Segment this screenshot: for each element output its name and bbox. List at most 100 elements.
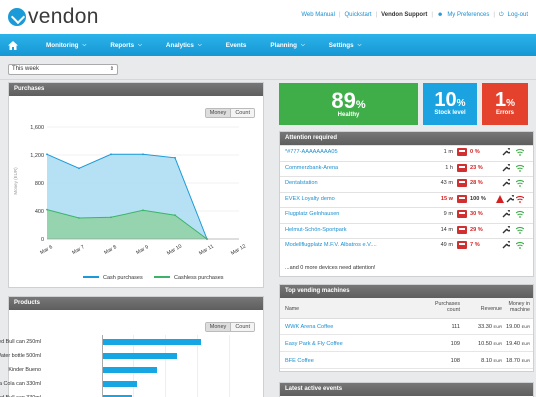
y-tick-label: 800 xyxy=(35,181,44,187)
nav-analytics[interactable]: Analytics ⌵ xyxy=(166,42,202,49)
money-in-machine: 19.40 EUR xyxy=(506,341,531,347)
data-point[interactable] xyxy=(142,153,144,156)
top-vending-row[interactable]: WWK Arena Coffee 111 33.30 EUR 19.00 EUR xyxy=(280,319,533,335)
data-point[interactable] xyxy=(110,153,112,156)
vendon-logo[interactable]: vendon xyxy=(8,5,99,29)
wifi-icon xyxy=(516,164,524,172)
device-name[interactable]: Dentalstation xyxy=(285,180,318,186)
top-vending-header: Name Purchases count Revenue Money in ma… xyxy=(280,298,533,319)
machine-name[interactable]: Easy Park & Fly Coffee xyxy=(285,341,343,347)
attention-row[interactable]: Flugplatz Gelnhausen 9 m 30 % xyxy=(280,207,533,220)
device-name[interactable]: *#777-AAAAAAAA05 xyxy=(285,149,338,155)
revenue: 33.30 EUR xyxy=(477,324,502,330)
divider xyxy=(0,79,536,80)
product-bar[interactable] xyxy=(103,381,138,387)
chart-legend: Cash purchases Cashless purchases xyxy=(83,275,224,281)
top-vending-row[interactable]: Easy Park & Fly Coffee 109 10.50 EUR 19.40 … xyxy=(280,336,533,352)
machine-name[interactable]: BFE Coffee xyxy=(285,358,314,364)
product-bar[interactable] xyxy=(103,367,157,373)
attention-row[interactable]: Helmut-Schön-Sportpark 14 m 29 % xyxy=(280,222,533,236)
attention-row[interactable]: EVEX Loyalty demo 15 w 100 % xyxy=(280,191,533,205)
x-tick-label: Mar 6 xyxy=(39,244,54,256)
products-panel: Products Money Count Red Bull can 250ml W… xyxy=(0,296,265,397)
data-point[interactable] xyxy=(174,214,176,217)
wrench-icon xyxy=(502,210,510,218)
last-seen: 1 m xyxy=(443,149,453,155)
top-vending-row[interactable]: BFE Coffee 108 8.10 EUR 18.70 EUR xyxy=(280,353,533,369)
top-bar: vendon Web Manual | Quickstart | Vendon … xyxy=(0,0,536,34)
nav-reports[interactable]: Reports ⌵ xyxy=(110,42,142,49)
logout-link[interactable]: Log-out xyxy=(508,12,528,19)
device-name[interactable]: Commerzbank-Arena xyxy=(285,165,338,171)
signal-lost-icon xyxy=(516,195,524,203)
kpi-healthy-label: Healthy xyxy=(337,112,360,118)
chevron-down-icon: ⌵ xyxy=(82,42,87,48)
brand-name: vendon xyxy=(28,5,99,28)
stock-percent: 7 % xyxy=(470,242,480,248)
data-point[interactable] xyxy=(142,209,144,212)
product-bar-row: Red Bull can 250ml xyxy=(0,337,265,348)
kpi-errors-label: Errors xyxy=(495,110,514,116)
chevron-down-icon: ⌵ xyxy=(138,42,142,48)
kpi-errors[interactable]: 1% Errors xyxy=(482,83,528,125)
device-name[interactable]: Helmut-Schön-Sportpark xyxy=(285,227,347,233)
nav-planning[interactable]: Planning ⌵ xyxy=(270,42,304,49)
wifi-icon xyxy=(516,179,524,187)
y-axis-label: Money (EUR) xyxy=(13,167,18,195)
select-arrows-icon: ⇕ xyxy=(109,66,114,72)
kpi-stock-value: 10 xyxy=(434,89,457,111)
attention-row[interactable]: Commerzbank-Arena 1 h 23 % xyxy=(280,160,533,174)
chevron-down-icon: ⌵ xyxy=(357,42,362,48)
kpi-stock-level[interactable]: 10% Stock level xyxy=(423,83,477,125)
product-label: Coca Cola can 330ml xyxy=(0,381,41,387)
stock-percent: 29 % xyxy=(470,226,483,233)
product-bar[interactable] xyxy=(103,353,177,359)
attention-row[interactable]: Modellflugplatz M.F.V. Albatros e.V.... 4… xyxy=(280,238,533,251)
home-button[interactable] xyxy=(0,40,26,50)
nav-events[interactable]: Events xyxy=(226,42,247,49)
vendon-support-link[interactable]: Vendon Support xyxy=(381,12,427,19)
data-point[interactable] xyxy=(174,156,176,159)
period-select[interactable]: This week ⇕ xyxy=(8,64,118,75)
kpi-stock-label: Stock level xyxy=(434,110,466,116)
product-label: Kinder Bueno xyxy=(8,367,41,373)
product-bar[interactable] xyxy=(103,339,201,345)
stock-percent: 28 % xyxy=(470,180,483,186)
kpi-errors-value: 1 xyxy=(494,89,507,111)
logo-mark-icon xyxy=(8,8,26,26)
purchases-count: 111 xyxy=(451,324,460,330)
wifi-icon xyxy=(516,241,524,249)
device-name[interactable]: Flugplatz Gelnhausen xyxy=(285,211,339,217)
attention-panel: Attention required *#777-AAAAAAAA05 1 m 0 … xyxy=(279,131,534,277)
web-manual-link[interactable]: Web Manual xyxy=(301,12,335,19)
machine-icon xyxy=(457,179,467,187)
nav-settings[interactable]: Settings ⌵ xyxy=(329,42,362,49)
count-toggle[interactable]: Count xyxy=(230,323,254,331)
data-point[interactable] xyxy=(78,167,80,170)
machine-name[interactable]: WWK Arena Coffee xyxy=(285,324,333,330)
user-icon: ☻ xyxy=(436,12,444,18)
device-name[interactable]: Modellflugplatz M.F.V. Albatros e.V.... xyxy=(285,242,377,248)
wrench-icon xyxy=(502,241,510,249)
main-nav: Monitoring ⌵ Reports ⌵ Analytics ⌵ Events P… xyxy=(0,34,536,56)
money-toggle[interactable]: Money xyxy=(205,323,231,331)
nav-monitoring[interactable]: Monitoring ⌵ xyxy=(46,42,86,49)
device-name[interactable]: EVEX Loyalty demo xyxy=(285,196,335,202)
attention-row[interactable]: *#777-AAAAAAAA05 1 m 0 % xyxy=(280,145,533,158)
revenue: 8.10 EUR xyxy=(481,358,502,364)
machine-icon xyxy=(457,194,467,203)
data-point[interactable] xyxy=(46,208,48,211)
y-tick-label: 400 xyxy=(35,209,44,215)
product-label: Water bottle 500ml xyxy=(0,353,41,359)
data-point[interactable] xyxy=(110,216,112,219)
kpi-healthy[interactable]: 89% Healthy xyxy=(279,83,418,125)
data-point[interactable] xyxy=(46,153,48,156)
last-seen: 43 m xyxy=(440,180,453,186)
quickstart-link[interactable]: Quickstart xyxy=(345,12,372,19)
machine-icon xyxy=(457,210,467,218)
x-tick-label: Mar 8 xyxy=(103,244,118,256)
wifi-icon xyxy=(516,210,524,218)
data-point[interactable] xyxy=(78,217,80,219)
attention-row[interactable]: Dentalstation 43 m 28 % xyxy=(280,176,533,189)
my-preferences-link[interactable]: My Preferences xyxy=(447,12,489,19)
